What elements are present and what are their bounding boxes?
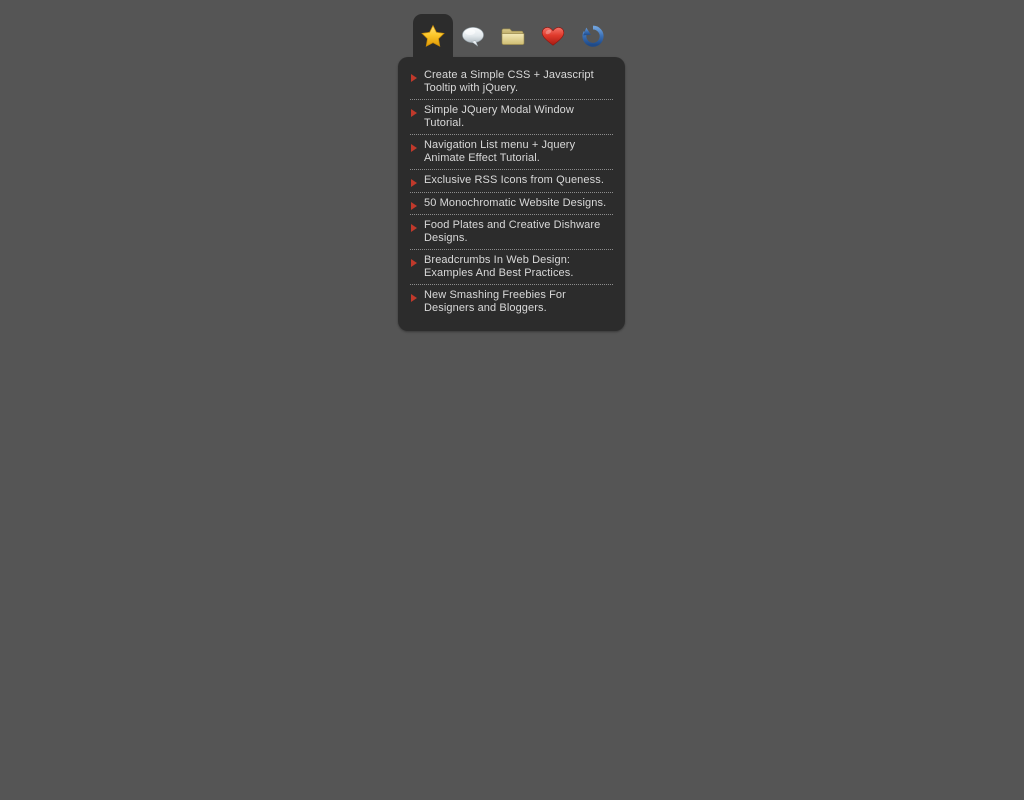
list-item[interactable]: Simple JQuery Modal Window Tutorial. [410,100,613,135]
bullet-icon [411,144,417,152]
tab-refresh[interactable] [573,14,613,58]
star-icon [419,22,447,50]
list-item[interactable]: Create a Simple CSS + Javascript Tooltip… [410,67,613,100]
folder-icon [499,22,527,50]
tab-favorites[interactable] [413,14,453,58]
tabbed-news-widget: Create a Simple CSS + Javascript Tooltip… [398,14,625,331]
tab-folder[interactable] [493,14,533,58]
bullet-icon [411,109,417,117]
news-link[interactable]: Create a Simple CSS + Javascript Tooltip… [424,69,613,94]
heart-icon [539,22,567,50]
news-link[interactable]: Navigation List menu + Jquery Animate Ef… [424,139,613,164]
list-item[interactable]: 50 Monochromatic Website Designs. [410,193,613,215]
tab-strip [398,14,625,58]
news-link[interactable]: Breadcrumbs In Web Design: Examples And … [424,254,613,279]
news-link[interactable]: 50 Monochromatic Website Designs. [424,197,613,210]
list-item[interactable]: New Smashing Freebies For Designers and … [410,285,613,319]
tab-comments[interactable] [453,14,493,58]
bullet-icon [411,74,417,82]
bullet-icon [411,179,417,187]
bullet-icon [411,259,417,267]
news-panel: Create a Simple CSS + Javascript Tooltip… [398,57,625,331]
news-link[interactable]: New Smashing Freebies For Designers and … [424,289,613,314]
list-item[interactable]: Exclusive RSS Icons from Queness. [410,170,613,193]
news-link[interactable]: Exclusive RSS Icons from Queness. [424,174,613,187]
news-link[interactable]: Simple JQuery Modal Window Tutorial. [424,104,613,129]
list-item[interactable]: Navigation List menu + Jquery Animate Ef… [410,135,613,170]
tab-likes[interactable] [533,14,573,58]
news-list: Create a Simple CSS + Javascript Tooltip… [410,67,613,319]
bullet-icon [411,201,417,210]
bullet-icon [411,224,417,232]
comment-icon [459,22,487,50]
list-item[interactable]: Food Plates and Creative Dishware Design… [410,215,613,250]
refresh-icon [579,22,607,50]
news-link[interactable]: Food Plates and Creative Dishware Design… [424,219,613,244]
list-item[interactable]: Breadcrumbs In Web Design: Examples And … [410,250,613,285]
bullet-icon [411,294,417,302]
